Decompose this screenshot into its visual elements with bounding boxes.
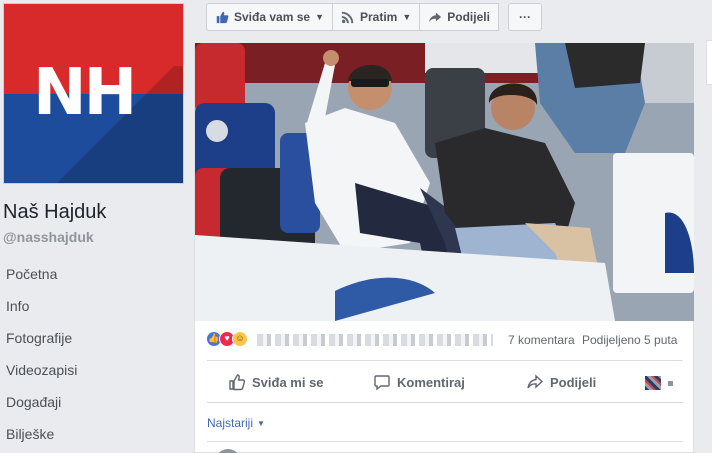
page-handle[interactable]: @nasshajduk: [3, 229, 94, 245]
post-like-button[interactable]: Sviđa mi se: [228, 361, 324, 403]
nav-item-pocetna[interactable]: Početna: [0, 258, 194, 290]
page-action-bar: Sviđa vam se ▼ Pratim ▼ Podijeli ···: [206, 3, 542, 31]
post-share-button[interactable]: Podijeli: [526, 361, 596, 403]
page-nav: Početna Info Fotografije Videozapisi Dog…: [0, 258, 194, 450]
post-photo[interactable]: [195, 43, 694, 321]
logo-text: NH: [33, 56, 137, 130]
comment-icon: [374, 375, 390, 391]
nav-item-fotografije[interactable]: Fotografije: [0, 322, 194, 354]
nav-item-info[interactable]: Info: [0, 290, 194, 322]
post-like-label: Sviđa mi se: [252, 374, 324, 390]
follow-button[interactable]: Pratim ▼: [331, 3, 421, 31]
more-icon: ···: [518, 10, 531, 24]
comments-count[interactable]: 7 komentara: [508, 333, 575, 347]
more-options-button[interactable]: ···: [507, 3, 542, 31]
caret-down-icon: ▼: [257, 418, 265, 428]
shares-count[interactable]: Podijeljeno 5 puta: [582, 333, 677, 347]
share-arrow-icon: [429, 12, 442, 23]
post-share-label: Podijeli: [550, 374, 597, 390]
comment-sort-label: Najstariji: [207, 416, 254, 430]
page-like-button[interactable]: Sviđa vam se ▼: [206, 3, 333, 31]
post-actions: Sviđa mi se Komentiraj Podijeli: [207, 360, 683, 403]
page-like-label: Sviđa vam se: [234, 10, 311, 24]
share-arrow-icon: [527, 374, 544, 389]
caret-down-icon: ▼: [402, 12, 412, 22]
comment-sort-dropdown[interactable]: Najstariji ▼: [207, 413, 265, 433]
page-share-label: Podijeli: [447, 10, 490, 24]
right-panel-edge: [706, 40, 712, 85]
haha-reaction-icon: ☺: [232, 331, 248, 347]
caret-down-icon: ▼: [315, 12, 324, 22]
nav-item-videozapisi[interactable]: Videozapisi: [0, 354, 194, 386]
comment-avatar: [215, 449, 241, 453]
left-column: NH Naš Hajduk @nasshajduk Početna Info F…: [0, 0, 194, 453]
rss-icon: [341, 11, 354, 24]
avatar-dropdown-icon[interactable]: [668, 381, 673, 386]
blurred-reactors: [257, 334, 493, 346]
profile-picture[interactable]: NH: [3, 3, 184, 184]
reaction-icons[interactable]: 👍 ♥ ☺: [206, 331, 248, 347]
thumbs-up-icon: [216, 11, 229, 24]
comment-divider: [207, 441, 683, 442]
page-share-button[interactable]: Podijeli: [419, 3, 499, 31]
nav-item-dogadaji[interactable]: Događaji: [0, 386, 194, 418]
page-name[interactable]: Naš Hajduk: [3, 201, 106, 224]
stadium-photo: [195, 43, 694, 321]
post-comment-label: Komentiraj: [397, 374, 465, 390]
thumbs-up-outline-icon: [229, 374, 246, 391]
nav-item-biljeske[interactable]: Bilješke: [0, 418, 194, 450]
post-card: 👍 ♥ ☺ 7 komentara Podijeljeno 5 puta Svi…: [194, 43, 694, 453]
share-as-avatar[interactable]: [645, 376, 661, 390]
post-comment-button[interactable]: Komentiraj: [373, 361, 465, 403]
reactions-row: 👍 ♥ ☺ 7 komentara Podijeljeno 5 puta: [195, 327, 694, 351]
follow-label: Pratim: [359, 10, 398, 24]
